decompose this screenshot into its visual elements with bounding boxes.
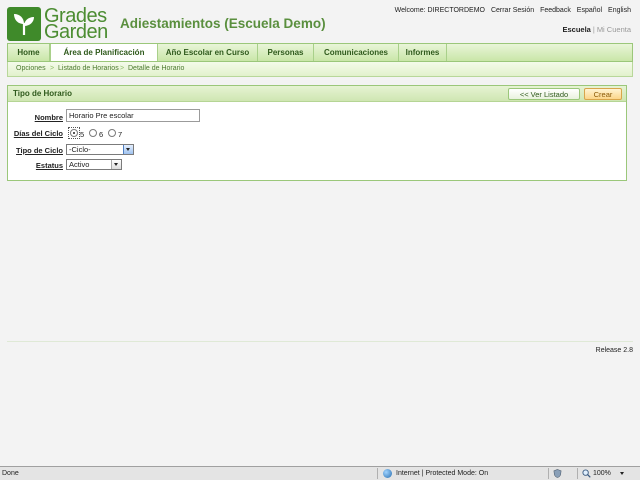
cycle-days-radio-7[interactable] [108, 129, 116, 137]
logo-text-garden: Garden [44, 21, 108, 43]
school-title: Adiestamientos (Escuela Demo) [120, 16, 326, 31]
breadcrumb: Opciones > Listado de Horarios > Detalle… [7, 62, 633, 77]
schedule-type-panel: Tipo de Horario << Ver Listado Crear Nom… [7, 85, 627, 181]
security-zone-text[interactable]: Internet | Protected Mode: On [396, 470, 488, 477]
status-select[interactable]: Activo [66, 159, 122, 170]
subnav-separator: | [592, 25, 595, 34]
tab-home[interactable]: Home [8, 44, 50, 61]
tab-communications[interactable]: Comunicaciones [314, 44, 399, 61]
welcome-text: Welcome: DIRECTORDEMO [394, 7, 485, 14]
status-label: Estatus [35, 161, 63, 170]
chevron-down-icon[interactable] [620, 472, 624, 475]
sprout-icon [7, 7, 41, 41]
language-english-link[interactable]: English [608, 7, 631, 14]
status-divider [377, 468, 378, 479]
tab-people[interactable]: Personas [258, 44, 314, 61]
tab-planning-area[interactable]: Área de Planificación [50, 44, 158, 61]
cycle-days-radio-6[interactable] [89, 129, 97, 137]
zoom-level[interactable]: 100% [593, 470, 611, 477]
chevron-down-icon [111, 160, 121, 169]
panel-header: Tipo de Horario << Ver Listado Crear [8, 86, 626, 102]
my-account-link[interactable]: Mi Cuenta [597, 25, 631, 34]
create-button[interactable]: Crear [584, 88, 622, 100]
status-divider [548, 468, 549, 479]
status-done-text: Done [2, 470, 19, 477]
zoom-icon[interactable] [582, 469, 591, 478]
tab-reports[interactable]: Informes [399, 44, 447, 61]
feedback-link[interactable]: Feedback [540, 7, 571, 14]
account-subnav: Escuela | Mi Cuenta [563, 25, 632, 34]
breadcrumb-options[interactable]: Opciones [16, 65, 46, 72]
name-label: Nombre [34, 113, 63, 122]
globe-icon [383, 469, 392, 478]
view-list-button[interactable]: << Ver Listado [508, 88, 580, 100]
cycle-days-label-5: 5 [80, 130, 85, 139]
main-nav: Home Área de Planificación Año Escolar e… [7, 43, 633, 62]
breadcrumb-schedule-list[interactable]: Listado de Horarios [58, 65, 119, 72]
cycle-days-radio-5[interactable] [70, 129, 78, 137]
breadcrumb-separator: > [120, 65, 125, 72]
breadcrumb-schedule-detail: Detalle de Horario [128, 65, 185, 72]
browser-status-bar: Done Internet | Protected Mode: On 100% [0, 466, 640, 480]
cycle-days-label-6: 6 [99, 130, 104, 139]
cycle-type-select[interactable]: -Ciclo- [66, 144, 134, 155]
name-input[interactable]: Horario Pre escolar [66, 109, 200, 122]
status-value: Activo [69, 160, 90, 169]
cycle-type-label: Tipo de Ciclo [16, 146, 63, 155]
cycle-days-label: Días del Ciclo [13, 129, 63, 138]
cycle-type-value: -Ciclo- [69, 145, 91, 154]
status-divider [577, 468, 578, 479]
protected-mode-icon[interactable] [553, 469, 562, 478]
panel-title: Tipo de Horario [13, 89, 72, 98]
release-version: Release 2.8 [595, 347, 633, 354]
page: Grades Garden Adiestamientos (Escuela De… [0, 0, 640, 466]
breadcrumb-separator: > [50, 65, 55, 72]
footer-divider [7, 341, 633, 342]
cycle-days-label-7: 7 [118, 130, 123, 139]
top-links: Welcome: DIRECTORDEMO Cerrar Sesión Feed… [391, 7, 631, 14]
chevron-down-icon [123, 145, 133, 154]
grades-garden-logo[interactable]: Grades Garden [7, 6, 110, 43]
language-spanish-link[interactable]: Español [577, 7, 602, 14]
tab-current-school-year[interactable]: Año Escolar en Curso [158, 44, 258, 61]
school-link[interactable]: Escuela [563, 25, 591, 34]
logout-link[interactable]: Cerrar Sesión [491, 7, 534, 14]
